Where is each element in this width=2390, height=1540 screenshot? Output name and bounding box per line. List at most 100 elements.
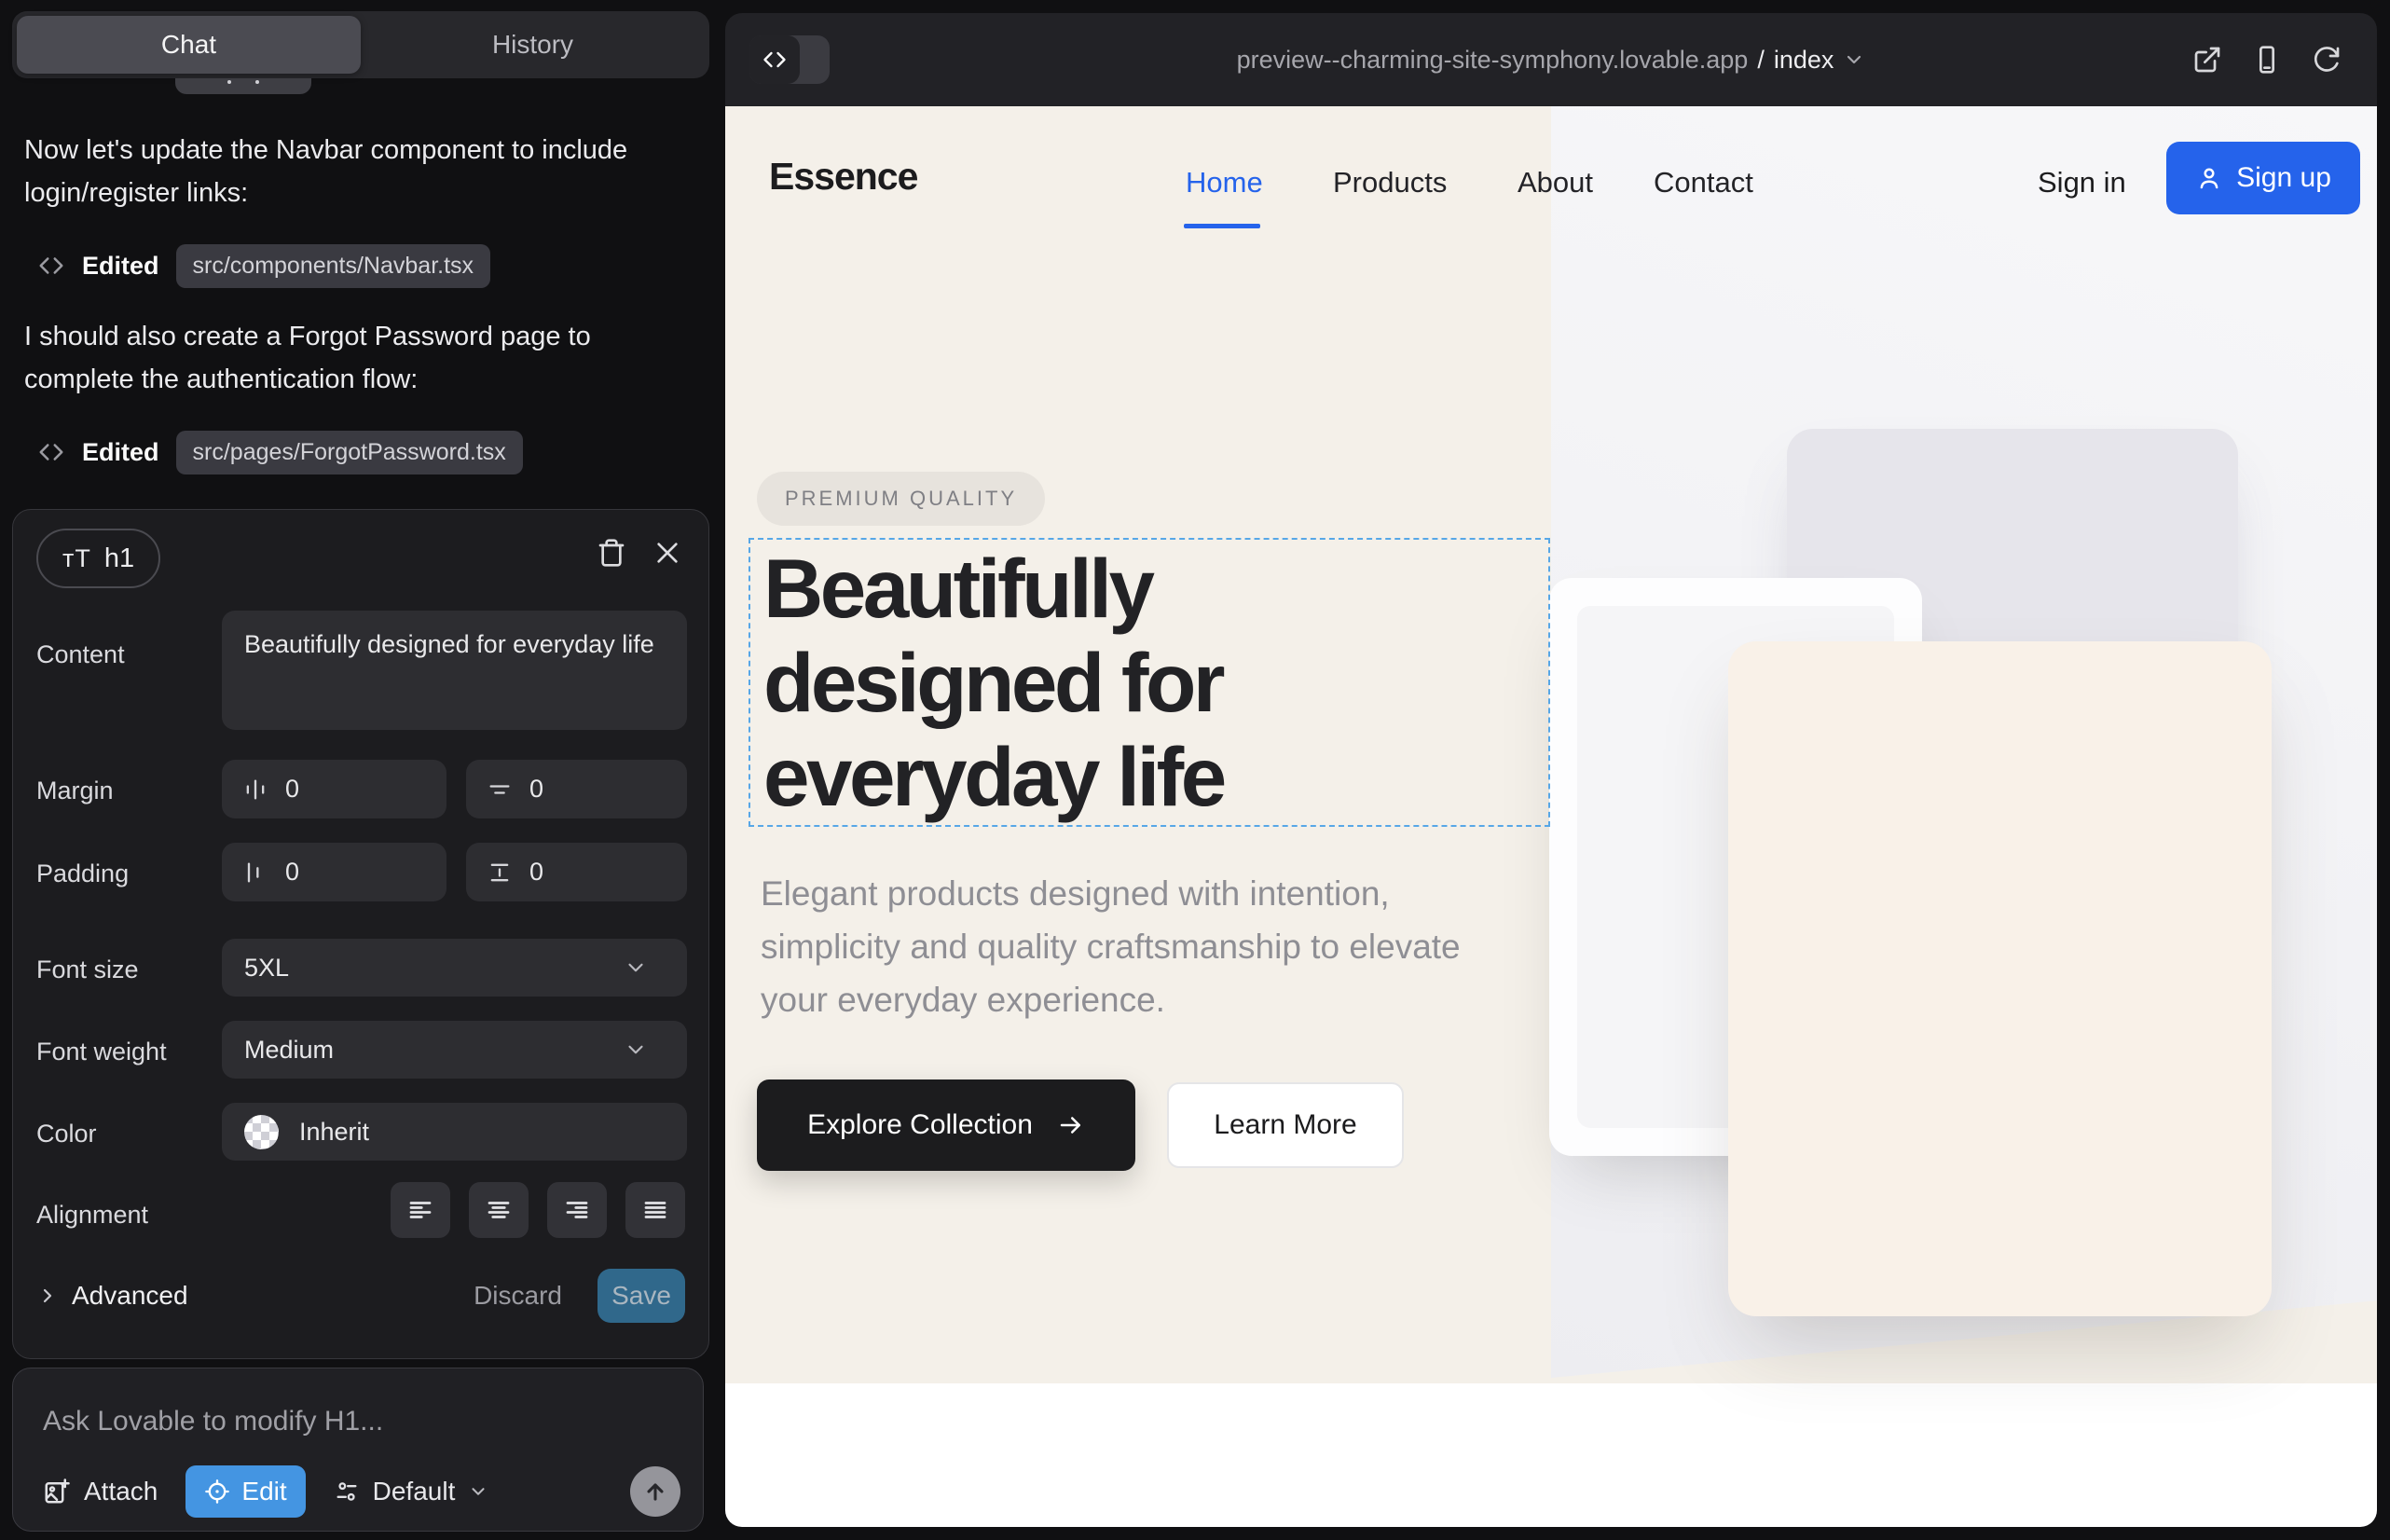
chat-message: Now let's update the Navbar component to… — [24, 129, 669, 214]
padding-vertical-icon — [487, 859, 513, 886]
trash-icon — [597, 538, 626, 568]
align-left-button[interactable] — [391, 1182, 450, 1238]
sliders-icon — [334, 1478, 360, 1505]
learn-more-button[interactable]: Learn More — [1167, 1082, 1404, 1168]
file-chip[interactable]: src/components/Navbar.tsx — [176, 244, 491, 288]
decor-card-cream — [1728, 641, 2272, 1316]
panel-footer: Advanced Discard Save — [36, 1267, 685, 1325]
padding-y-input[interactable]: 0 — [466, 843, 687, 901]
arrow-right-icon — [1057, 1111, 1085, 1139]
open-external-icon[interactable] — [2192, 45, 2222, 75]
user-icon — [2195, 164, 2223, 192]
content-label: Content — [36, 640, 125, 669]
padding-x-input[interactable]: 0 — [222, 843, 446, 901]
chat-message: I should also create a Forgot Password p… — [24, 315, 669, 401]
alignment-group — [391, 1182, 685, 1238]
url-bar[interactable]: preview--charming-site-symphony.lovable.… — [725, 13, 2377, 106]
chevron-down-icon — [1843, 48, 1865, 71]
font-size-label: Font size — [36, 956, 139, 984]
edited-label: Edited — [82, 252, 159, 281]
align-center-icon — [485, 1196, 513, 1224]
align-center-button[interactable] — [469, 1182, 529, 1238]
delete-element-button[interactable] — [593, 534, 630, 571]
chevron-right-icon — [36, 1285, 59, 1307]
image-plus-icon — [43, 1478, 71, 1506]
edited-file-row[interactable]: Edited src/pages/ForgotPassword.tsx — [37, 427, 523, 477]
edited-file-row[interactable]: Edited src/components/Navbar.tsx — [37, 241, 490, 291]
lovable-app: Chat History Now let's update the Navbar… — [0, 0, 2390, 1540]
sidebar-tabbar: Chat History — [12, 11, 709, 78]
composer-placeholder[interactable]: Ask Lovable to modify H1... — [43, 1406, 383, 1437]
mobile-view-icon[interactable] — [2252, 45, 2282, 75]
align-left-icon — [406, 1196, 434, 1224]
preview-topbar: preview--charming-site-symphony.lovable.… — [725, 13, 2377, 106]
nav-link-about[interactable]: About — [1518, 166, 1593, 199]
tab-history[interactable]: History — [361, 16, 705, 74]
chevron-down-icon — [624, 956, 648, 980]
signup-button[interactable]: Sign up — [2166, 142, 2360, 214]
edit-mode-pill[interactable]: Edit — [185, 1465, 305, 1518]
refresh-icon[interactable] — [2312, 45, 2342, 75]
hero-subtext: Elegant products designed with intention… — [761, 867, 1516, 1026]
close-panel-button[interactable] — [649, 534, 686, 571]
alignment-label: Alignment — [36, 1201, 148, 1230]
hero-cta-row: Explore Collection Learn More — [757, 1079, 1404, 1171]
margin-x-input[interactable]: 0 — [222, 760, 446, 818]
advanced-toggle[interactable]: Advanced — [36, 1281, 188, 1311]
url-page: index — [1774, 46, 1834, 75]
font-weight-select[interactable]: Medium — [222, 1021, 687, 1079]
attach-button[interactable]: Attach — [43, 1477, 158, 1506]
model-selector[interactable]: Default — [334, 1477, 489, 1506]
send-button[interactable] — [630, 1466, 680, 1517]
premium-badge: PREMIUM QUALITY — [757, 472, 1045, 526]
padding-horizontal-icon — [242, 859, 268, 886]
color-label: Color — [36, 1120, 97, 1148]
selected-element-tag: тT h1 — [36, 529, 160, 588]
site-canvas: Essence Home Products About Contact Sign… — [725, 106, 2377, 1527]
close-icon — [652, 538, 682, 568]
edited-label: Edited — [82, 438, 159, 467]
code-icon — [37, 252, 65, 280]
font-weight-label: Font weight — [36, 1038, 167, 1066]
nav-link-contact[interactable]: Contact — [1654, 166, 1753, 199]
chat-sidebar: Chat History Now let's update the Navbar… — [0, 0, 725, 1540]
nav-link-products[interactable]: Products — [1333, 166, 1447, 199]
scrolled-chip-peek — [175, 78, 311, 94]
composer-toolbar: Attach Edit Default — [43, 1465, 680, 1518]
tab-chat[interactable]: Chat — [17, 16, 361, 74]
font-size-select[interactable]: 5XL — [222, 939, 687, 997]
arrow-up-icon — [642, 1478, 668, 1505]
color-select[interactable]: Inherit — [222, 1103, 687, 1161]
preview-actions — [2192, 13, 2342, 106]
target-icon — [204, 1478, 230, 1505]
url-separator: / — [1757, 46, 1765, 75]
preview-window: preview--charming-site-symphony.lovable.… — [725, 13, 2377, 1527]
chevron-down-icon — [468, 1481, 488, 1502]
element-editor-panel: тT h1 Content Beautifully designed for e… — [12, 509, 709, 1359]
explore-collection-button[interactable]: Explore Collection — [757, 1079, 1135, 1171]
code-icon — [37, 438, 65, 466]
nav-active-underline — [1184, 224, 1260, 228]
element-selection-outline[interactable]: Beautifully designed for everyday life — [749, 538, 1550, 827]
chat-composer[interactable]: Ask Lovable to modify H1... Attach Edit — [12, 1368, 704, 1532]
margin-vertical-icon — [487, 777, 513, 803]
content-input[interactable]: Beautifully designed for everyday life — [222, 611, 687, 730]
site-logo[interactable]: Essence — [769, 155, 917, 199]
save-button[interactable]: Save — [598, 1269, 685, 1323]
nav-link-home[interactable]: Home — [1186, 166, 1263, 199]
color-swatch — [244, 1115, 279, 1149]
margin-label: Margin — [36, 777, 114, 805]
padding-label: Padding — [36, 859, 129, 888]
align-justify-button[interactable] — [625, 1182, 685, 1238]
align-right-button[interactable] — [547, 1182, 607, 1238]
hero-heading[interactable]: Beautifully designed for everyday life — [763, 542, 1472, 824]
align-justify-icon — [641, 1196, 669, 1224]
typography-icon: тT — [62, 544, 91, 573]
discard-button[interactable]: Discard — [455, 1272, 581, 1320]
margin-horizontal-icon — [242, 777, 268, 803]
signin-link[interactable]: Sign in — [2038, 166, 2126, 199]
element-tag-name: h1 — [104, 543, 134, 574]
file-chip[interactable]: src/pages/ForgotPassword.tsx — [176, 431, 523, 474]
align-right-icon — [563, 1196, 591, 1224]
margin-y-input[interactable]: 0 — [466, 760, 687, 818]
